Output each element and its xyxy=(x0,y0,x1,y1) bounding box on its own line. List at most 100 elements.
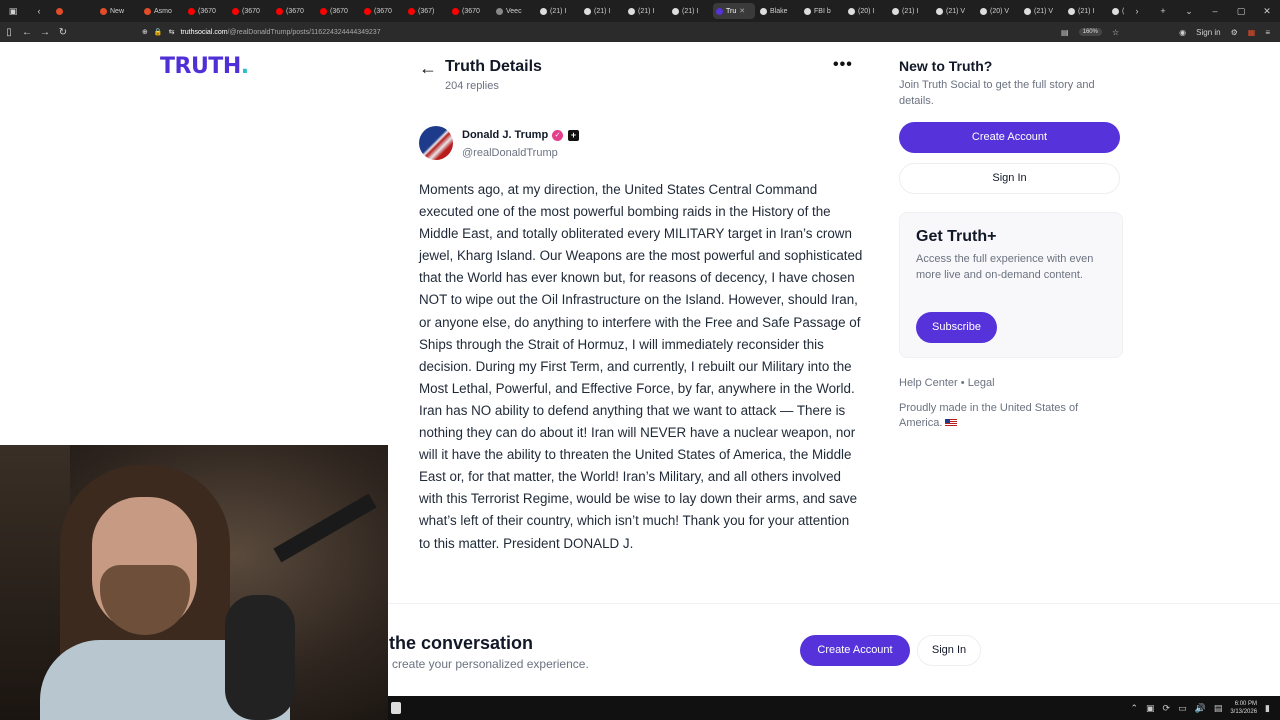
sign-in-button[interactable]: Sign In xyxy=(899,163,1120,194)
browser-tab[interactable]: (20) I xyxy=(845,3,887,19)
sidebar-toggle-icon[interactable]: ▯ xyxy=(0,27,18,38)
taskbar-app-icon[interactable] xyxy=(391,702,401,714)
truth-plus-badge-icon: + xyxy=(568,130,579,141)
banner-create-account-button[interactable]: Create Account xyxy=(800,635,910,666)
subscribe-button[interactable]: Subscribe xyxy=(916,312,997,343)
avatar[interactable] xyxy=(419,126,453,160)
browser-tab[interactable]: (21) V xyxy=(1021,3,1063,19)
browser-tab[interactable]: (21) I xyxy=(669,3,711,19)
account-icon[interactable]: ◉ xyxy=(1179,28,1186,37)
browser-tab[interactable]: (3670 xyxy=(449,3,491,19)
truth-logo[interactable]: TRUTH. xyxy=(160,54,249,79)
browser-tab[interactable]: Blake xyxy=(757,3,799,19)
browser-tab[interactable]: (3670 xyxy=(317,3,359,19)
browser-tab[interactable]: Tru ✕ xyxy=(713,3,755,19)
back-arrow-icon[interactable]: ← xyxy=(419,58,437,79)
browser-tab[interactable]: (3670 xyxy=(361,3,403,19)
tab-label: (3670 xyxy=(242,7,260,15)
extension-badge-icon[interactable]: ▦ xyxy=(1248,28,1256,37)
browser-tab[interactable]: (367) xyxy=(405,3,447,19)
verified-badge-icon: ✓ xyxy=(552,130,563,141)
more-options-icon[interactable]: ••• xyxy=(833,56,853,74)
truth-plus-card: Get Truth+ Access the full experience wi… xyxy=(899,212,1123,358)
browser-tab[interactable]: (20) V xyxy=(977,3,1019,19)
tray-app-icon[interactable]: ⟳ xyxy=(1163,703,1171,714)
tab-favicon-icon xyxy=(584,7,591,15)
back-nav-icon[interactable]: ← xyxy=(18,27,36,38)
display-icon[interactable]: ▤ xyxy=(1214,703,1223,714)
browser-tab[interactable] xyxy=(53,3,95,19)
tab-favicon-icon xyxy=(56,7,63,15)
tray-app-icon[interactable]: ▣ xyxy=(1146,703,1155,714)
tab-label: (21) I xyxy=(638,7,655,15)
tab-favicon-icon xyxy=(980,7,987,15)
browser-tab[interactable]: (21) I xyxy=(581,3,623,19)
new-tab-icon[interactable]: + xyxy=(1150,6,1176,16)
close-window-icon[interactable]: ✕ xyxy=(1254,6,1280,17)
volume-icon[interactable]: 🔊 xyxy=(1195,703,1206,714)
browser-tab[interactable]: (20) I xyxy=(1109,3,1124,19)
maximize-icon[interactable]: ▢ xyxy=(1228,6,1254,17)
tab-favicon-icon xyxy=(804,7,811,15)
reader-view-icon[interactable]: ▤ xyxy=(1061,28,1069,37)
browser-sign-in[interactable]: Sign in xyxy=(1196,28,1220,37)
reload-icon[interactable]: ↻ xyxy=(54,27,72,38)
clock-time: 6:00 PM xyxy=(1234,701,1258,707)
tab-close-icon[interactable]: ✕ xyxy=(739,7,745,15)
url-field[interactable]: ⊕ 🔒 ⇆ truthsocial.com/@realDonaldTrump/p… xyxy=(142,25,882,39)
tab-scroll-left-icon[interactable]: ‹ xyxy=(26,6,52,16)
tab-label: (21) V xyxy=(1034,7,1054,15)
tab-scroll-right-icon[interactable]: › xyxy=(1124,6,1150,16)
browser-tab[interactable]: Asmo xyxy=(141,3,183,19)
browser-tab[interactable]: New xyxy=(97,3,139,19)
browser-tab[interactable]: (21) I xyxy=(625,3,667,19)
browser-tab[interactable]: (21) I xyxy=(537,3,579,19)
bookmark-star-icon[interactable]: ☆ xyxy=(1112,28,1119,37)
os-taskbar: ⌃ ▣ ⟳ ▭ 🔊 ▤ 6:00 PM 3/13/2026 ▮ xyxy=(388,696,1280,720)
browser-tab[interactable]: (21) I xyxy=(1065,3,1107,19)
footer-bullet: • xyxy=(960,377,965,389)
tray-chevron-icon[interactable]: ⌃ xyxy=(1130,703,1138,714)
tab-favicon-icon xyxy=(628,7,635,15)
logo-dot: . xyxy=(240,54,249,79)
extensions-icon[interactable]: ⚙ xyxy=(1231,28,1238,37)
browser-tab[interactable]: (3670 xyxy=(273,3,315,19)
banner-sign-in-button[interactable]: Sign In xyxy=(917,635,981,666)
author-handle[interactable]: @realDonaldTrump xyxy=(462,147,558,159)
tab-label: (3670 xyxy=(374,7,392,15)
new-to-truth-title: New to Truth? xyxy=(899,58,993,74)
notification-icon[interactable]: ▮ xyxy=(1265,703,1270,714)
tab-overview-icon[interactable]: ▣ xyxy=(0,6,26,17)
page-title: Truth Details xyxy=(445,58,542,75)
tab-label: (367) xyxy=(418,7,435,15)
clock[interactable]: 6:00 PM 3/13/2026 xyxy=(1230,700,1257,716)
legal-link[interactable]: Legal xyxy=(968,377,995,389)
browser-tab[interactable]: FBI b xyxy=(801,3,843,19)
tab-favicon-icon xyxy=(320,7,327,15)
site-info-icon[interactable]: ⊕ xyxy=(142,28,148,36)
forward-nav-icon[interactable]: → xyxy=(36,27,54,38)
detail-header: ← Truth Details 204 replies ••• xyxy=(419,56,861,96)
browser-tab[interactable]: Veec xyxy=(493,3,535,19)
browser-tab[interactable]: (21) V xyxy=(933,3,975,19)
reply-count: 204 replies xyxy=(445,80,499,92)
menu-icon[interactable]: ≡ xyxy=(1265,28,1270,37)
network-icon[interactable]: ▭ xyxy=(1178,703,1187,714)
zoom-level[interactable]: 160% xyxy=(1078,28,1102,36)
tab-menu-chevron-icon[interactable]: ⌄ xyxy=(1176,6,1202,17)
browser-tab[interactable]: (3670 xyxy=(185,3,227,19)
tab-list: New Asmo (3670 (3670 (3670 (3670 (3670 (367) (36… xyxy=(52,3,1124,19)
tab-favicon-icon xyxy=(716,7,723,15)
browser-tab[interactable]: (3670 xyxy=(229,3,271,19)
banner-title: the conversation xyxy=(389,633,534,653)
create-account-button[interactable]: Create Account xyxy=(899,122,1120,153)
minimize-icon[interactable]: – xyxy=(1202,6,1228,16)
browser-tab[interactable]: (21) I xyxy=(889,3,931,19)
help-center-link[interactable]: Help Center xyxy=(899,377,958,389)
tab-label: Veec xyxy=(506,7,522,15)
tab-label: (20) V xyxy=(990,7,1010,15)
tab-label: (21) I xyxy=(682,7,699,15)
truth-plus-description: Access the full experience with even mor… xyxy=(916,253,1094,281)
author-name[interactable]: Donald J. Trump xyxy=(462,129,548,141)
tracking-icon[interactable]: ⇆ xyxy=(169,28,175,36)
